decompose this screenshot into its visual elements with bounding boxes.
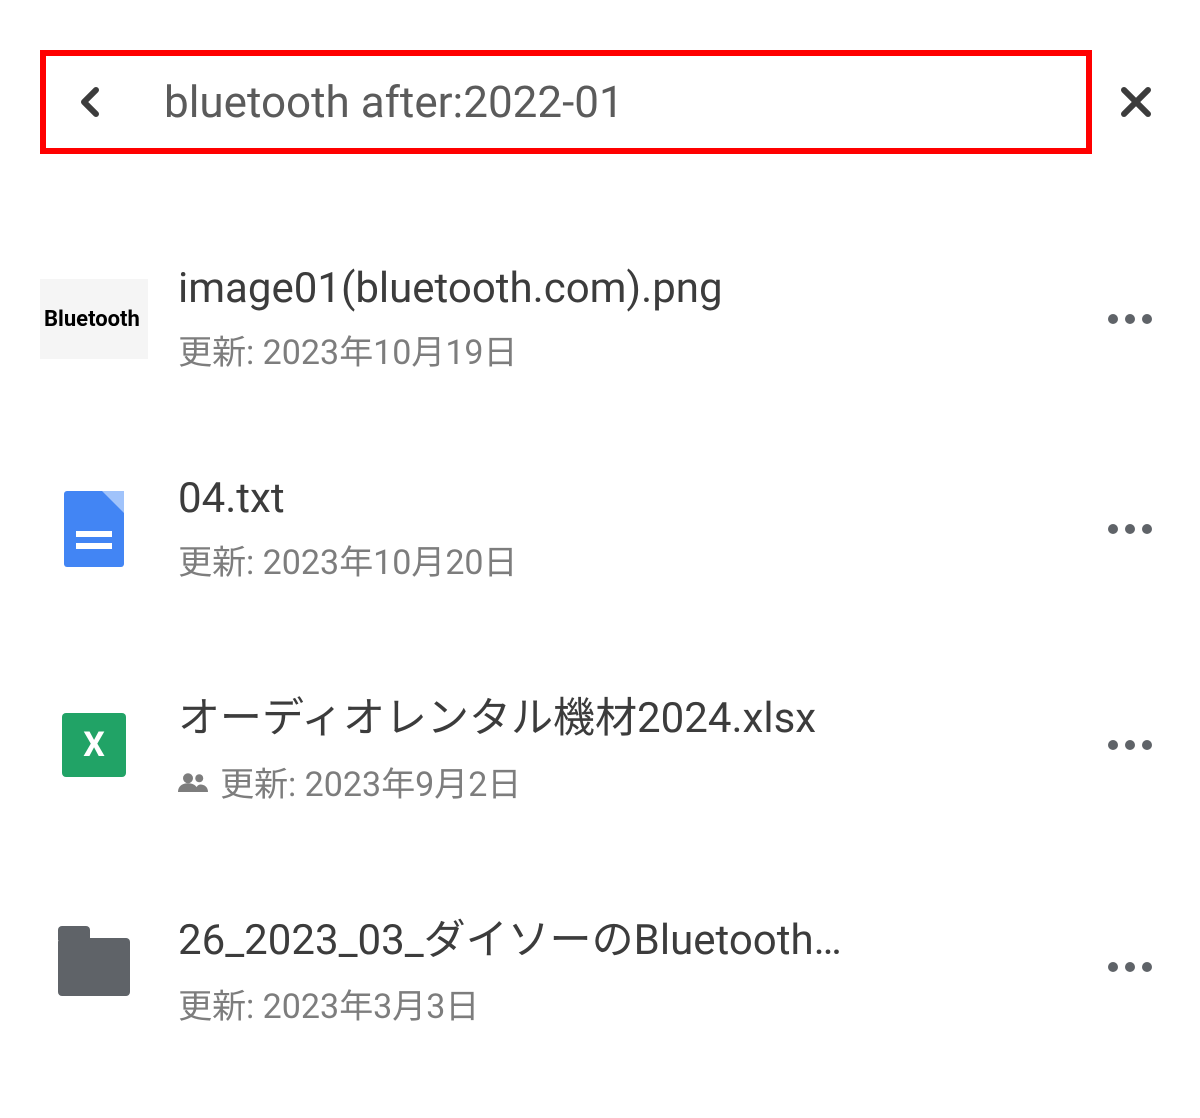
- search-bar: bluetooth after:2022-01: [0, 0, 1200, 174]
- file-row[interactable]: 04.txt 更新: 2023年10月20日: [40, 444, 1160, 614]
- bluetooth-thumbnail: Bluetooth: [40, 279, 148, 359]
- back-icon[interactable]: [66, 78, 114, 126]
- excel-icon: X: [62, 713, 126, 777]
- file-name: image01(bluetooth.com).png: [178, 264, 1100, 313]
- more-dots-icon: [1108, 524, 1152, 534]
- file-updated-text: 更新: 2023年10月20日: [178, 535, 518, 584]
- file-info: image01(bluetooth.com).png 更新: 2023年10月1…: [178, 264, 1100, 374]
- file-updated-text: 更新: 2023年10月19日: [178, 325, 518, 374]
- file-name: 04.txt: [178, 474, 1100, 523]
- folder-icon: [58, 938, 130, 996]
- more-dots-icon: [1108, 962, 1152, 972]
- file-row[interactable]: Bluetooth image01(bluetooth.com).png 更新:…: [40, 234, 1160, 404]
- shared-icon: [178, 772, 208, 792]
- file-thumbnail: [40, 489, 148, 569]
- more-dots-icon: [1108, 314, 1152, 324]
- file-thumbnail: X: [40, 705, 148, 785]
- search-bar-highlighted: bluetooth after:2022-01: [40, 50, 1092, 154]
- file-updated-text: 更新: 2023年3月3日: [178, 979, 479, 1028]
- file-thumbnail: [40, 927, 148, 1007]
- file-row[interactable]: X オーディオレンタル機材2024.xlsx 更新: 2023年9月2日: [40, 654, 1160, 836]
- file-meta: 更新: 2023年3月3日: [178, 979, 1100, 1028]
- more-options-button[interactable]: [1100, 962, 1160, 972]
- more-options-button[interactable]: [1100, 524, 1160, 534]
- file-row[interactable]: 26_2023_03_ダイソーのBluetooth… 更新: 2023年3月3日: [40, 876, 1160, 1058]
- file-info: 26_2023_03_ダイソーのBluetooth… 更新: 2023年3月3日: [178, 906, 1100, 1028]
- document-icon: [64, 491, 124, 567]
- more-options-button[interactable]: [1100, 740, 1160, 750]
- more-options-button[interactable]: [1100, 314, 1160, 324]
- file-info: オーディオレンタル機材2024.xlsx 更新: 2023年9月2日: [178, 684, 1100, 806]
- file-meta: 更新: 2023年10月19日: [178, 325, 1100, 374]
- file-meta: 更新: 2023年10月20日: [178, 535, 1100, 584]
- file-name: 26_2023_03_ダイソーのBluetooth…: [178, 906, 1100, 967]
- file-info: 04.txt 更新: 2023年10月20日: [178, 474, 1100, 584]
- more-dots-icon: [1108, 740, 1152, 750]
- file-name: オーディオレンタル機材2024.xlsx: [178, 684, 1100, 745]
- close-icon[interactable]: [1112, 78, 1160, 126]
- file-thumbnail: Bluetooth: [40, 279, 148, 359]
- search-results: Bluetooth image01(bluetooth.com).png 更新:…: [0, 174, 1200, 1058]
- file-meta: 更新: 2023年9月2日: [178, 757, 1100, 806]
- file-updated-text: 更新: 2023年9月2日: [220, 757, 521, 806]
- search-input[interactable]: bluetooth after:2022-01: [164, 76, 624, 128]
